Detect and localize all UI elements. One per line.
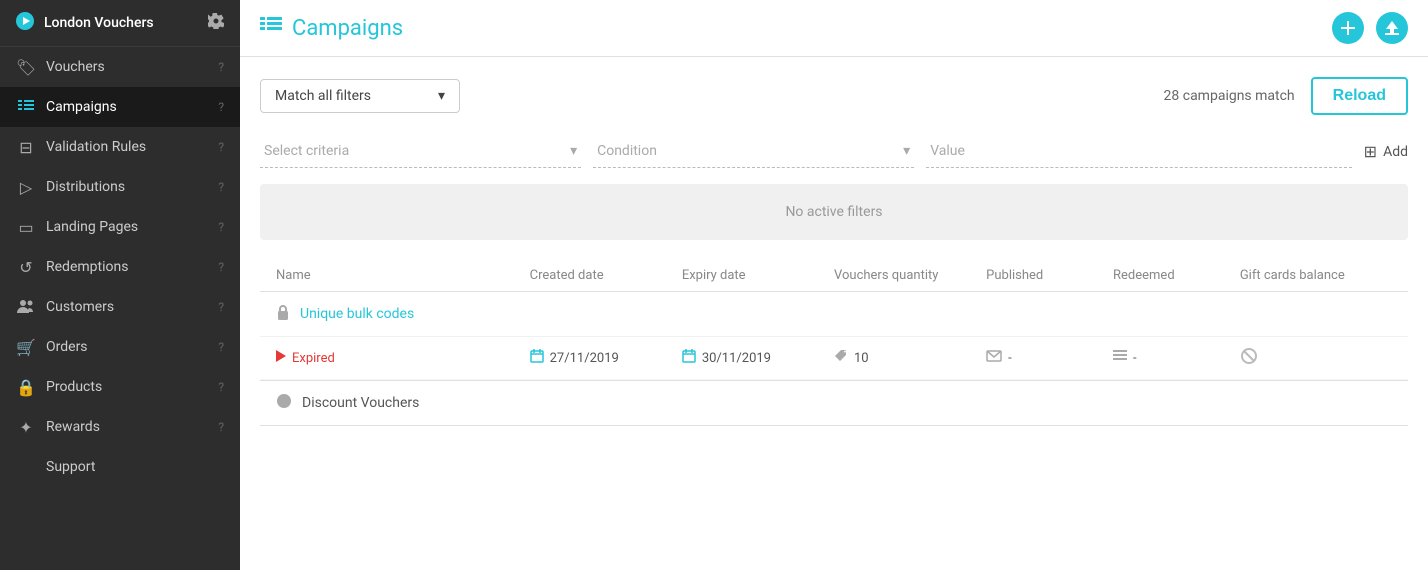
expiry-date-cell: 30/11/2019 [682,349,834,367]
help-icon-distributions[interactable]: ? [218,180,224,194]
help-icon-products[interactable]: ? [218,380,224,394]
funnel-icon: ⊟ [16,137,36,157]
sidebar-item-distributions[interactable]: ▷ Distributions ? [0,167,240,207]
published-cell: - [986,350,1113,366]
help-icon-redemptions[interactable]: ? [218,260,224,274]
col-expiry: Expiry date [682,268,834,283]
lock-icon [276,304,290,324]
add-campaign-button[interactable] [1332,12,1364,44]
filter-bar: Match all filters ▾ 28 campaigns match R… [260,77,1408,115]
filter-right: 28 campaigns match Reload [1164,77,1408,115]
add-filter-button[interactable]: ⊞ Add [1364,142,1408,161]
redeemed-cell: - [1113,350,1240,366]
top-bar-actions [1332,12,1408,44]
campaigns-icon [260,16,282,41]
workspace-name: London Vouchers [16,12,154,34]
table-header: Name Created date Expiry date Vouchers q… [260,260,1408,292]
triangle-icon: ▷ [16,177,36,197]
sidebar-header: London Vouchers [0,0,240,47]
calendar-expiry-icon [682,349,696,367]
help-icon-rewards[interactable]: ? [218,420,224,434]
cart-icon: 🛒 [16,337,36,357]
no-filters-banner: No active filters [260,184,1408,240]
help-icon-validation[interactable]: ? [218,140,224,154]
reload-button[interactable]: Reload [1311,77,1408,115]
help-icon-vouchers[interactable]: ? [218,60,224,74]
ban-icon [1240,347,1258,369]
add-filter-icon: ⊞ [1364,142,1377,161]
sidebar-item-landing-pages[interactable]: ▭ Landing Pages ? [0,207,240,247]
tag-icon: 🏷 [16,57,36,77]
criteria-select[interactable]: Select criteria ▾ [260,135,581,168]
campaign-detail-unique-bulk: Expired 27/11/2019 30/11/2019 [260,337,1408,380]
chevron-down-icon: ▾ [438,88,445,104]
sidebar: London Vouchers 🏷 Vouchers ? Campaigns ?… [0,0,240,570]
sidebar-item-support[interactable]: Support [0,447,240,487]
condition-chevron-icon: ▾ [903,143,910,159]
refresh-icon: ↺ [16,257,36,277]
col-redeemed: Redeemed [1113,268,1240,283]
page-title: Campaigns [260,16,403,41]
col-created: Created date [530,268,682,283]
help-icon-campaigns[interactable]: ? [218,100,224,114]
people-icon [16,297,36,317]
match-filter-dropdown[interactable]: Match all filters ▾ [260,79,460,113]
svg-text:$: $ [281,395,287,408]
sidebar-item-redemptions[interactable]: ↺ Redemptions ? [0,247,240,287]
campaign-name-discount[interactable]: $ Discount Vouchers [260,381,1408,425]
filter-criteria-row: Select criteria ▾ Condition ▾ Value ⊞ Ad… [260,135,1408,168]
sidebar-item-products[interactable]: 🔒 Products ? [0,367,240,407]
dollar-icon: $ [276,393,292,413]
col-published: Published [986,268,1113,283]
condition-select[interactable]: Condition ▾ [593,135,914,168]
top-bar: Campaigns [240,0,1428,57]
value-input[interactable]: Value [926,135,1351,168]
calendar-icon [530,349,544,367]
sidebar-item-customers[interactable]: Customers ? [0,287,240,327]
campaigns-match-count: 28 campaigns match [1164,88,1295,104]
settings-icon[interactable] [208,13,224,33]
campaign-name-unique-bulk[interactable]: Unique bulk codes [260,292,1408,337]
card-icon: ▭ [16,217,36,237]
sidebar-item-orders[interactable]: 🛒 Orders ? [0,327,240,367]
campaign-row-discount: $ Discount Vouchers [260,381,1408,426]
sidebar-item-rewards[interactable]: ✦ Rewards ? [0,407,240,447]
campaign-row-unique-bulk: Unique bulk codes Expired 27/11/2019 [260,292,1408,381]
created-date-cell: 27/11/2019 [530,349,682,367]
list-icon-small [1113,350,1127,366]
vouchers-qty-cell: 10 [834,349,986,367]
export-button[interactable] [1376,12,1408,44]
star-icon: ✦ [16,417,36,437]
support-icon [16,457,36,477]
col-qty: Vouchers quantity [834,268,986,283]
tag-qty-icon [834,349,848,367]
col-gift: Gift cards balance [1240,268,1392,283]
play-icon-small [276,350,286,366]
sidebar-item-campaigns[interactable]: Campaigns ? [0,87,240,127]
main-content: Campaigns Match all filters ▾ 28 campaig… [240,0,1428,570]
sidebar-item-vouchers[interactable]: 🏷 Vouchers ? [0,47,240,87]
list-icon [16,97,36,117]
col-name: Name [276,268,530,283]
sidebar-item-validation-rules[interactable]: ⊟ Validation Rules ? [0,127,240,167]
criteria-chevron-icon: ▾ [570,143,577,159]
content-area: Match all filters ▾ 28 campaigns match R… [240,57,1428,570]
status-expired: Expired [276,350,530,366]
envelope-icon [986,350,1002,366]
gift-balance-cell [1240,347,1392,369]
help-icon-landing[interactable]: ? [218,220,224,234]
box-icon: 🔒 [16,377,36,397]
help-icon-customers[interactable]: ? [218,300,224,314]
help-icon-orders[interactable]: ? [218,340,224,354]
play-icon [16,12,34,34]
